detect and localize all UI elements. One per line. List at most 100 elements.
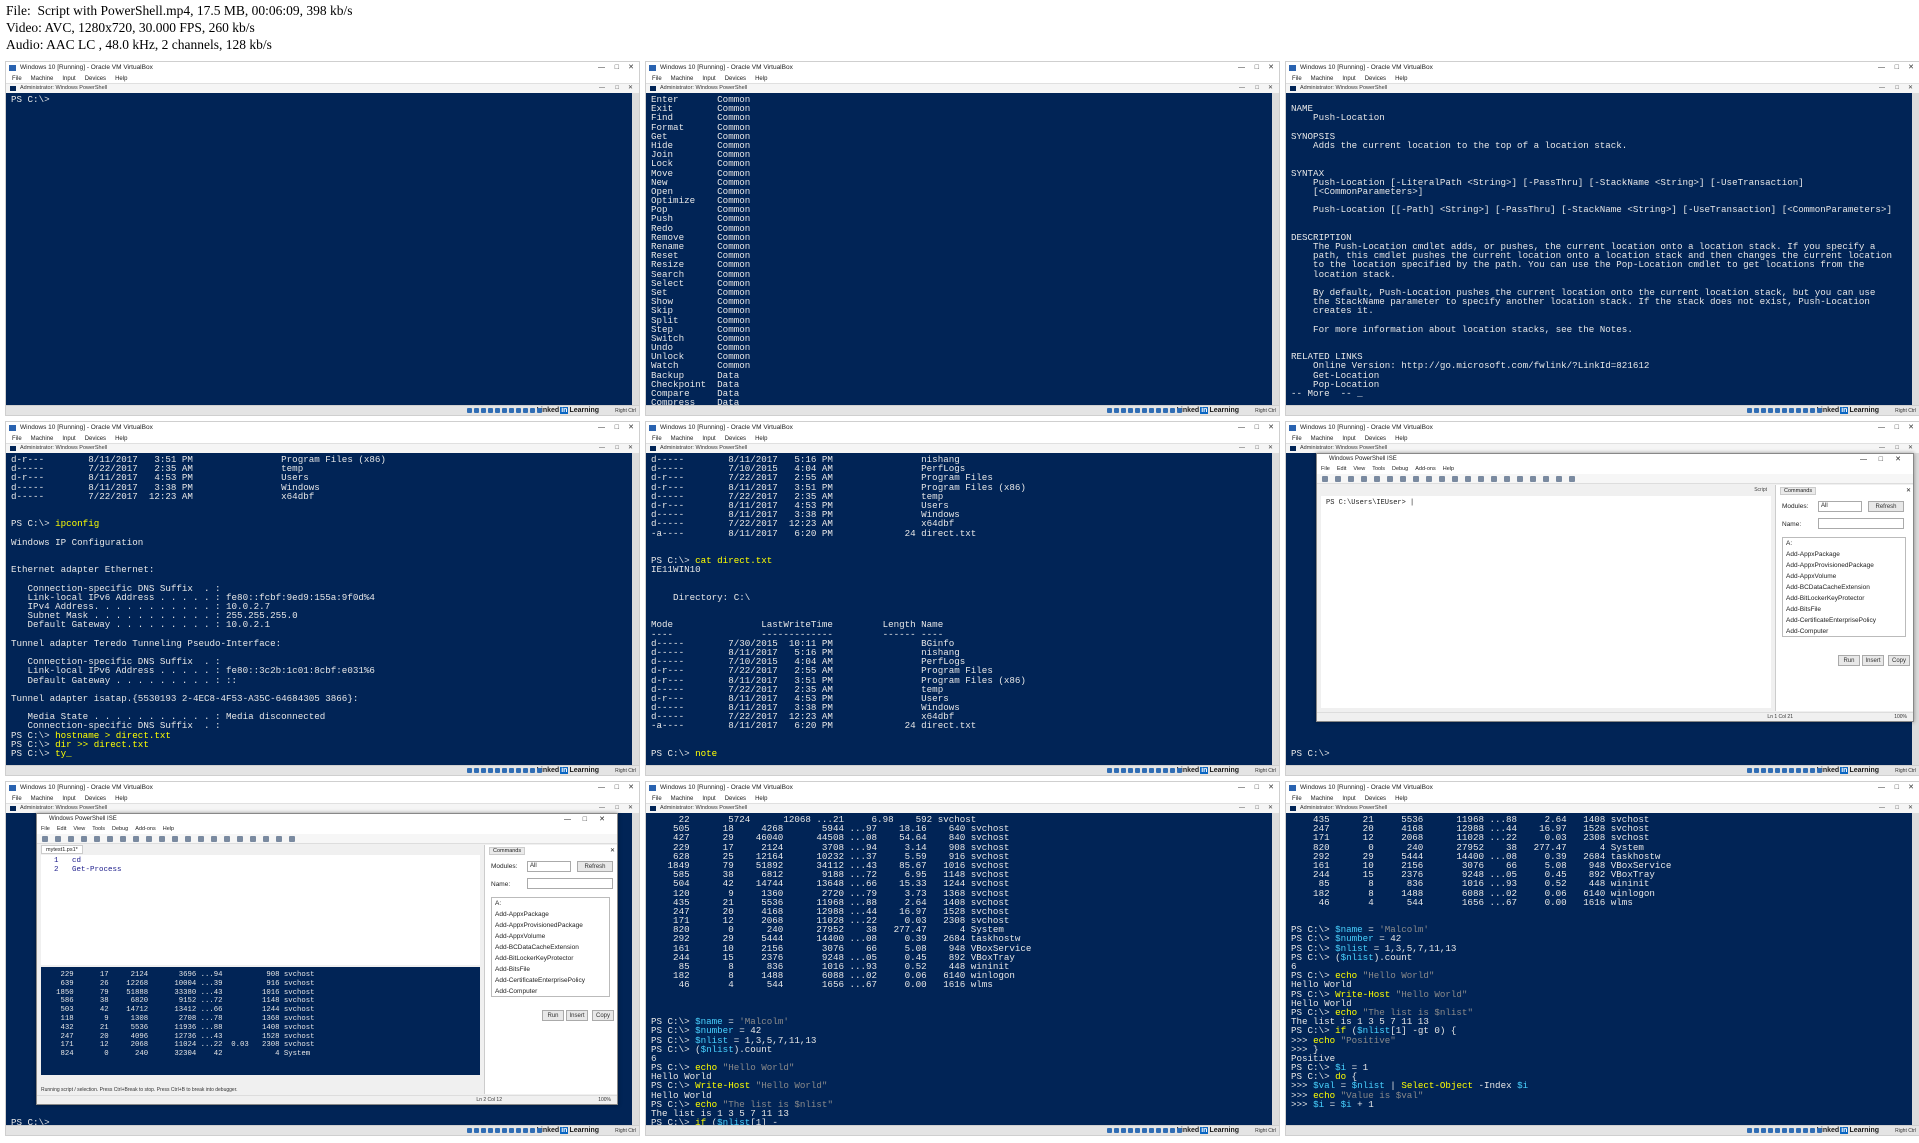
vm-menu-file[interactable]: File [652,796,662,802]
close-button[interactable]: ✕ [1268,444,1273,453]
vm-menu-input[interactable]: Input [1342,796,1355,802]
vm-menu-input[interactable]: Input [702,796,715,802]
pane-icon[interactable] [237,836,243,842]
ise-menu-edit[interactable]: Edit [57,826,66,832]
remote-icon[interactable] [198,836,204,842]
maximize-button[interactable]: □ [615,422,619,434]
run-selection-icon[interactable] [172,836,178,842]
run-button[interactable]: Run [542,1010,564,1021]
close-button[interactable]: ✕ [599,814,605,825]
minimize-button[interactable]: — [1238,782,1245,794]
vm-menu-devices[interactable]: Devices [85,796,106,802]
vm-menu-file[interactable]: File [12,796,22,802]
maximize-button[interactable]: □ [1895,782,1899,794]
maximize-button[interactable]: □ [1255,84,1259,93]
close-button[interactable]: ✕ [628,782,634,794]
redo-icon[interactable] [1426,476,1432,482]
command-item[interactable]: A: [1783,538,1905,549]
run-icon[interactable] [159,836,165,842]
redo-icon[interactable] [146,836,152,842]
run-button[interactable]: Run [1838,655,1860,666]
command-item[interactable]: Add-BitsFile [1783,604,1905,615]
command-item[interactable]: Add-BCDataCacheExtension [1783,582,1905,593]
powershell-console[interactable]: Enter Common Exit Common Find Common Format… [646,93,1279,405]
console-scrollbar[interactable] [632,453,639,765]
ise-menu-file[interactable]: File [1321,466,1330,472]
vm-menu-machine[interactable]: Machine [1311,76,1334,82]
vm-menu-help[interactable]: Help [1395,796,1407,802]
commands-list[interactable]: A: Add-AppxPackage Add-AppxProvisionedPack… [491,897,610,997]
vm-menu-input[interactable]: Input [702,76,715,82]
minimize-button[interactable]: — [1238,422,1245,434]
vm-menu-machine[interactable]: Machine [1311,436,1334,442]
command-item[interactable]: Add-AppxProvisionedPackage [1783,560,1905,571]
console-scrollbar[interactable] [1272,93,1279,405]
close-button[interactable]: ✕ [1268,422,1274,434]
ise-menu-help[interactable]: Help [1443,466,1454,472]
run-icon[interactable] [1439,476,1445,482]
commands-icon[interactable] [1569,476,1575,482]
minimize-button[interactable]: — [1879,444,1885,453]
insert-button[interactable]: Insert [1862,655,1884,666]
minimize-button[interactable]: — [1878,62,1885,74]
close-button[interactable]: ✕ [1908,62,1914,74]
vm-menu-input[interactable]: Input [1342,76,1355,82]
command-item[interactable]: A: [492,898,609,909]
pane-icon[interactable] [224,836,230,842]
commands-tab[interactable]: Commands [1780,487,1817,495]
ise-menu-file[interactable]: File [41,826,50,832]
zoom-icon[interactable] [276,836,282,842]
console-scrollbar[interactable] [1272,813,1279,1125]
minimize-button[interactable]: — [1239,804,1245,813]
close-button[interactable]: ✕ [1895,454,1901,465]
minimize-button[interactable]: — [1860,454,1867,465]
name-input[interactable] [1818,518,1904,529]
command-item[interactable]: Add-Computer [1783,626,1905,636]
pane-icon[interactable] [1504,476,1510,482]
console-scrollbar[interactable] [632,93,639,405]
command-item[interactable]: Add-CertificateEnterprisePolicy [492,975,609,986]
command-item[interactable]: Add-BitLockerKeyProtector [492,953,609,964]
vm-menu-file[interactable]: File [1292,436,1302,442]
commands-tab[interactable]: Commands [489,847,526,855]
vm-menu-machine[interactable]: Machine [671,76,694,82]
maximize-button[interactable]: □ [1255,804,1259,813]
vm-menu-file[interactable]: File [652,76,662,82]
ise-script-tab[interactable]: mytest1.ps1* [41,845,83,854]
ise-menu-tools[interactable]: Tools [92,826,105,832]
powershell-console[interactable]: d-r--- 8/11/2017 3:51 PM Program Files (… [6,453,639,765]
maximize-button[interactable]: □ [1255,62,1259,74]
stop-icon[interactable] [185,836,191,842]
command-item[interactable]: Add-AppxPackage [1783,549,1905,560]
command-item[interactable]: Add-BitsFile [492,964,609,975]
powershell-console[interactable]: PS C:\> [6,93,639,405]
vm-menu-help[interactable]: Help [115,436,127,442]
maximize-button[interactable]: □ [615,62,619,74]
paste-icon[interactable] [1387,476,1393,482]
vm-menu-file[interactable]: File [1292,76,1302,82]
pane-icon[interactable] [263,836,269,842]
close-button[interactable]: ✕ [628,444,633,453]
vm-menu-file[interactable]: File [652,436,662,442]
vm-menu-help[interactable]: Help [115,796,127,802]
stop-icon[interactable] [1465,476,1471,482]
vm-menu-input[interactable]: Input [62,436,75,442]
vm-menu-help[interactable]: Help [1395,436,1407,442]
vm-menu-devices[interactable]: Devices [1365,76,1386,82]
maximize-button[interactable]: □ [1895,444,1899,453]
ise-menu-help[interactable]: Help [163,826,174,832]
minimize-button[interactable]: — [599,84,605,93]
vm-menu-machine[interactable]: Machine [1311,796,1334,802]
minimize-button[interactable]: — [1879,804,1885,813]
close-button[interactable]: ✕ [1908,444,1913,453]
command-item[interactable]: Add-BCDataCacheExtension [492,942,609,953]
powershell-console[interactable]: 22 5724 12068 ...21 6.98 592 svchost 505… [646,813,1279,1125]
maximize-button[interactable]: □ [1255,782,1259,794]
open-icon[interactable] [55,836,61,842]
minimize-button[interactable]: — [1878,782,1885,794]
close-button[interactable]: ✕ [1268,84,1273,93]
commands-icon[interactable] [289,836,295,842]
console-scrollbar[interactable] [1272,453,1279,765]
refresh-button[interactable]: Refresh [1868,501,1904,512]
ise-menu-debug[interactable]: Debug [112,826,128,832]
